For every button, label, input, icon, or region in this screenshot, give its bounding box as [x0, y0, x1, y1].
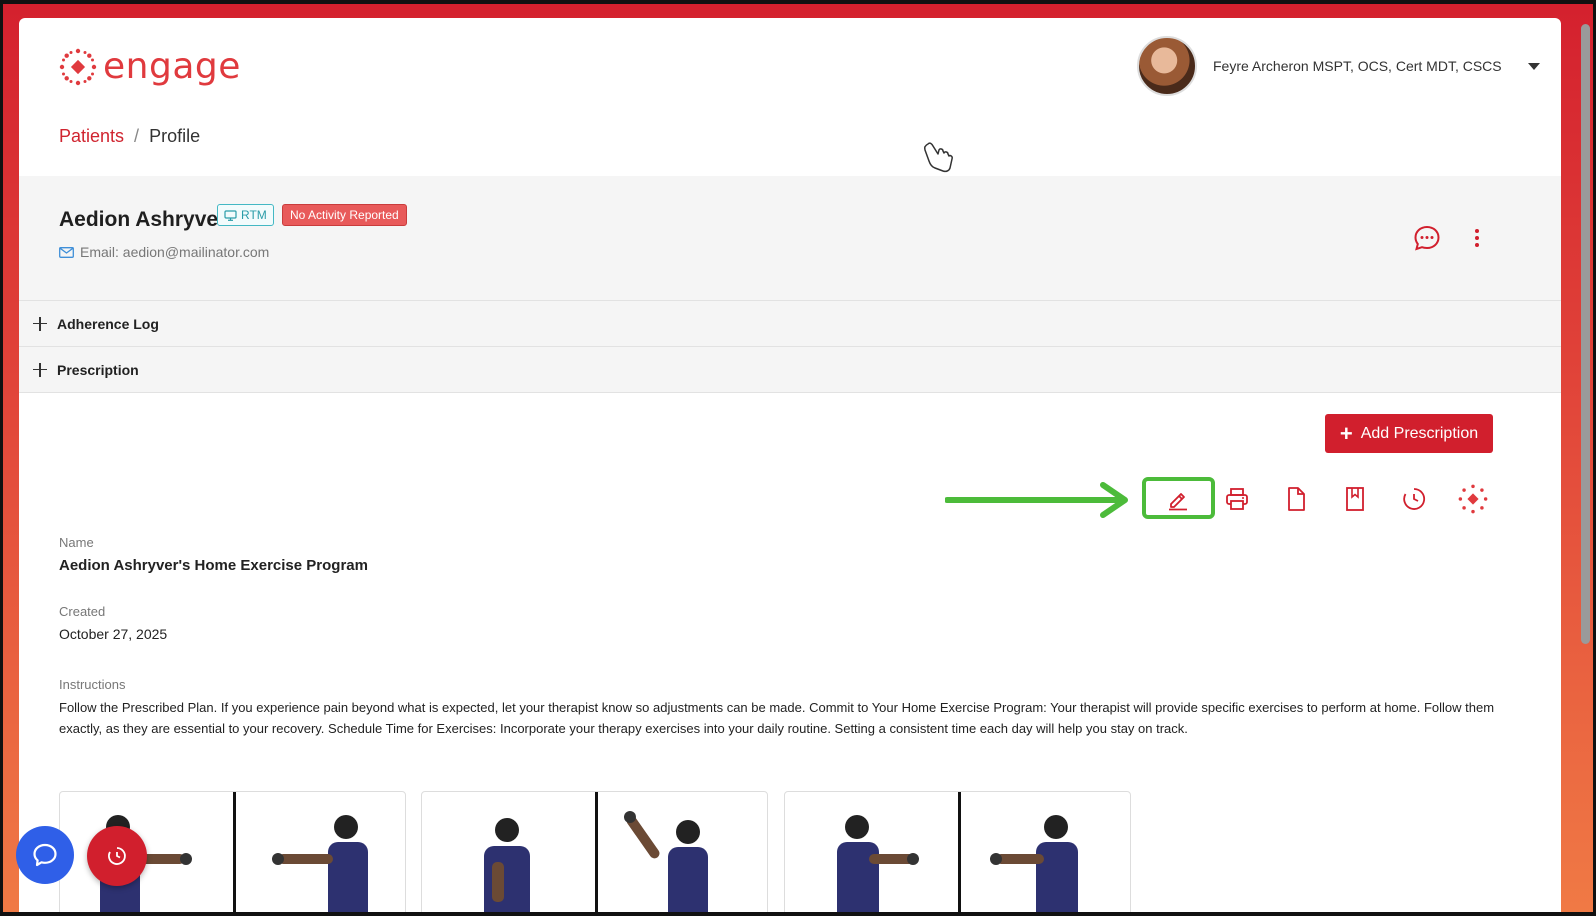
- engage-logo[interactable]: engage: [59, 46, 241, 87]
- engage-logo-icon: [59, 48, 97, 85]
- hand-cursor-icon: [924, 142, 953, 173]
- add-prescription-button[interactable]: + Add Prescription: [1325, 414, 1493, 453]
- rtm-badge-label: RTM: [241, 208, 267, 222]
- exercise-image: [422, 792, 595, 916]
- vertical-dots-icon: [1475, 229, 1479, 247]
- monitor-icon: [224, 209, 237, 221]
- scrollbar[interactable]: [1581, 24, 1590, 644]
- exercise-figure-icon: [484, 818, 530, 916]
- mail-icon: [59, 246, 74, 258]
- breadcrumb-current: Profile: [149, 126, 201, 146]
- exercise-image: [594, 792, 768, 916]
- prescription-section[interactable]: Prescription: [19, 347, 1561, 393]
- engage-action-button[interactable]: [1455, 481, 1491, 517]
- plus-icon: +: [1339, 420, 1353, 446]
- exercise-image: [232, 792, 406, 916]
- edit-icon: [1169, 493, 1187, 511]
- user-menu[interactable]: Feyre Archeron MSPT, OCS, Cert MDT, CSCS: [1137, 36, 1540, 96]
- more-options-button[interactable]: [1467, 223, 1487, 253]
- section-label: Adherence Log: [57, 315, 159, 332]
- exercise-figure-icon: [271, 815, 368, 916]
- engage-logo-icon: [1458, 484, 1488, 514]
- breadcrumb-patients-link[interactable]: Patients: [59, 126, 124, 147]
- patient-header: Aedion Ashryver RTM No Activity Reported…: [19, 176, 1561, 301]
- chat-bubble-icon: [1414, 225, 1440, 251]
- expand-plus-icon: [33, 316, 47, 331]
- instructions-text: Follow the Prescribed Plan. If you exper…: [59, 700, 1495, 736]
- window-frame: [0, 0, 3, 916]
- program-name: Aedion Ashryver's Home Exercise Program: [59, 557, 368, 574]
- quick-action-button[interactable]: [87, 826, 147, 886]
- help-chat-button[interactable]: [16, 826, 74, 884]
- document-icon: [1288, 487, 1305, 511]
- user-name: Feyre Archeron MSPT, OCS, Cert MDT, CSCS: [1213, 58, 1502, 74]
- created-label: Created: [59, 604, 106, 619]
- print-icon: [1226, 488, 1248, 510]
- section-label: Prescription: [57, 361, 139, 378]
- window-frame: [0, 912, 1596, 916]
- logo-text: engage: [103, 46, 241, 87]
- caret-down-icon[interactable]: [1527, 62, 1540, 70]
- window-frame: [0, 0, 1596, 4]
- avatar[interactable]: [1137, 36, 1197, 96]
- bookmark-button[interactable]: [1337, 481, 1373, 517]
- breadcrumb: Patients / Profile: [59, 126, 200, 147]
- exercise-image: [957, 792, 1131, 916]
- exercise-card[interactable]: [784, 791, 1131, 916]
- history-icon: [108, 847, 126, 865]
- print-button[interactable]: [1219, 481, 1255, 517]
- add-prescription-label: Add Prescription: [1360, 424, 1479, 442]
- name-label: Name: [59, 535, 94, 550]
- history-button[interactable]: [1396, 481, 1432, 517]
- edit-button[interactable]: [1160, 481, 1196, 517]
- history-icon: [1403, 488, 1426, 510]
- bookmark-icon: [1346, 487, 1364, 511]
- patient-name: Aedion Ashryver: [59, 208, 227, 231]
- adherence-log-section[interactable]: Adherence Log: [19, 301, 1561, 347]
- expand-plus-icon: [33, 362, 47, 377]
- document-button[interactable]: [1278, 481, 1314, 517]
- exercise-figure-icon: [989, 815, 1078, 916]
- rtm-badge: RTM: [217, 204, 274, 226]
- exercise-card[interactable]: [421, 791, 768, 916]
- app-container: engage Feyre Archeron MSPT, OCS, Cert MD…: [19, 18, 1561, 916]
- exercise-figure-icon: [623, 811, 708, 916]
- created-date: October 27, 2025: [59, 626, 168, 642]
- exercise-figure-icon: [837, 815, 919, 916]
- message-button[interactable]: [1412, 223, 1442, 253]
- chat-bubble-icon: [33, 843, 57, 867]
- status-badge: No Activity Reported: [282, 204, 407, 226]
- email-text: Email: aedion@mailinator.com: [80, 244, 270, 260]
- email-row: Email: aedion@mailinator.com: [59, 244, 269, 260]
- exercise-image: [785, 792, 958, 916]
- annotation-arrow: [945, 482, 1128, 518]
- instructions-label: Instructions: [59, 677, 126, 692]
- breadcrumb-separator: /: [134, 126, 140, 146]
